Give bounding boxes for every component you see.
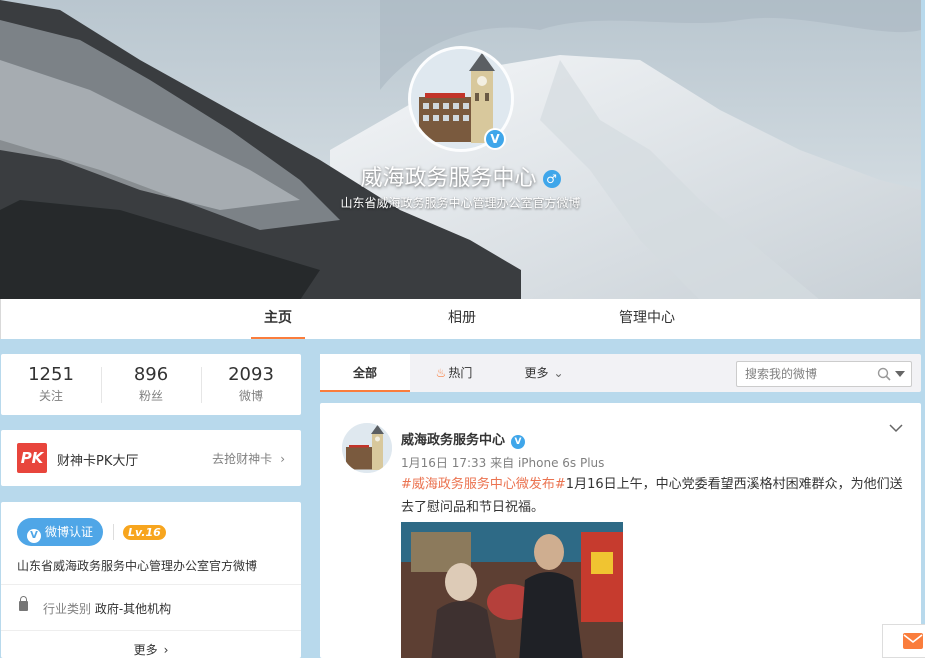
chevron-right-icon: ›	[280, 452, 285, 466]
stat-label: 关注	[38, 389, 63, 403]
post-author[interactable]: 威海政务服务中心 V	[401, 429, 526, 449]
post-card: 威海政务服务中心 V 1月16日 17:33 来自 iPhone 6s Plus …	[320, 403, 921, 658]
more-text: 更多	[133, 643, 158, 657]
industry-row: 行业类别 政府-其他机构	[43, 600, 171, 617]
industry-value: 政府-其他机构	[94, 602, 172, 616]
post-time[interactable]: 1月16日 17:33	[401, 456, 486, 470]
level-badge[interactable]: Lv.16	[123, 525, 166, 540]
tab-more-label: 更多	[524, 366, 549, 380]
post-image[interactable]	[401, 522, 623, 658]
divider	[113, 524, 114, 540]
verified-icon: V	[27, 529, 41, 543]
stat-following[interactable]: 1251 关注	[1, 364, 101, 404]
search-input[interactable]	[745, 366, 869, 382]
pk-title: 财神卡PK大厅	[57, 454, 139, 469]
tab-hot[interactable]: ♨ 热门	[424, 354, 484, 392]
post-hashtag[interactable]: #威海政务服务中心微发布#	[401, 477, 566, 492]
post-menu-chevron-icon[interactable]	[889, 421, 903, 435]
chevron-down-icon: ⌄	[553, 366, 564, 380]
mail-icon	[903, 633, 923, 649]
profile-description: 山东省威海政务服务中心管理办公室官方微博	[340, 196, 581, 210]
gender-male-icon: ♂	[542, 170, 561, 188]
pk-logo-icon: PK	[17, 443, 47, 473]
search-icon[interactable]	[877, 367, 891, 381]
verification-description: 山东省威海政务服务中心管理办公室官方微博	[17, 559, 258, 573]
stat-value: 2093	[228, 364, 274, 385]
tab-album[interactable]: 相册	[435, 299, 489, 339]
profile-name-text: 威海政务服务中心	[360, 166, 537, 191]
divider	[1, 630, 301, 631]
profile-nav: 主页 相册 管理中心	[0, 299, 921, 339]
industry-key: 行业类别	[43, 602, 92, 616]
lock-icon	[19, 596, 28, 611]
profile-cover: V 威海政务服务中心 ♂ 山东省威海政务服务中心管理办公室官方微博	[0, 0, 921, 300]
post-author-name: 威海政务服务中心	[401, 433, 506, 448]
verified-icon: V	[511, 435, 526, 449]
tab-admin-center[interactable]: 管理中心	[605, 299, 689, 339]
stat-value: 896	[133, 364, 169, 385]
profile-info-card: V 微博认证 Lv.16 山东省威海政务服务中心管理办公室官方微博 行业类别 政府…	[1, 502, 301, 658]
pk-card[interactable]: PK 财神卡PK大厅 去抢财神卡 ›	[1, 430, 301, 486]
post-photo	[401, 522, 623, 658]
stat-value: 1251	[28, 364, 74, 385]
profile-name: 威海政务服务中心 ♂	[0, 160, 921, 192]
stat-label: 粉丝	[138, 389, 163, 403]
fire-icon: ♨	[435, 366, 447, 380]
post-author-avatar[interactable]	[342, 423, 392, 473]
stat-followers[interactable]: 896 粉丝	[101, 364, 201, 404]
search-box	[736, 361, 912, 387]
post-source[interactable]: 来自 iPhone 6s Plus	[490, 456, 604, 470]
stats-card: 1251 关注 896 粉丝 2093 微博	[1, 354, 301, 415]
weibo-verify-button[interactable]: V 微博认证	[17, 518, 103, 546]
chevron-right-icon: ›	[163, 643, 169, 657]
stat-label: 微博	[238, 389, 263, 403]
post-meta: 1月16日 17:33 来自 iPhone 6s Plus	[401, 454, 604, 471]
building-avatar-image	[342, 423, 392, 473]
tab-hot-label: 热门	[448, 366, 473, 380]
tab-home[interactable]: 主页	[251, 299, 305, 339]
message-widget[interactable]	[882, 624, 925, 658]
tab-all[interactable]: 全部	[320, 354, 410, 392]
post-text: #威海政务服务中心微发布#1月16日上午，中心党委看望西溪格村困难群众，为他们送…	[401, 473, 906, 519]
verified-icon: V	[484, 128, 506, 150]
more-info-link[interactable]: 更多 ›	[1, 641, 301, 658]
tab-more-dropdown[interactable]: 更多 ⌄	[516, 354, 572, 392]
feed-tabs: 全部 ♨ 热门 更多 ⌄	[320, 354, 921, 392]
pk-link-text: 去抢财神卡	[212, 452, 273, 466]
stat-posts[interactable]: 2093 微博	[201, 364, 301, 404]
divider	[1, 584, 301, 585]
pk-link[interactable]: 去抢财神卡 ›	[212, 450, 285, 467]
verify-label: 微博认证	[45, 525, 94, 539]
search-filter-dropdown-icon[interactable]	[895, 371, 905, 377]
